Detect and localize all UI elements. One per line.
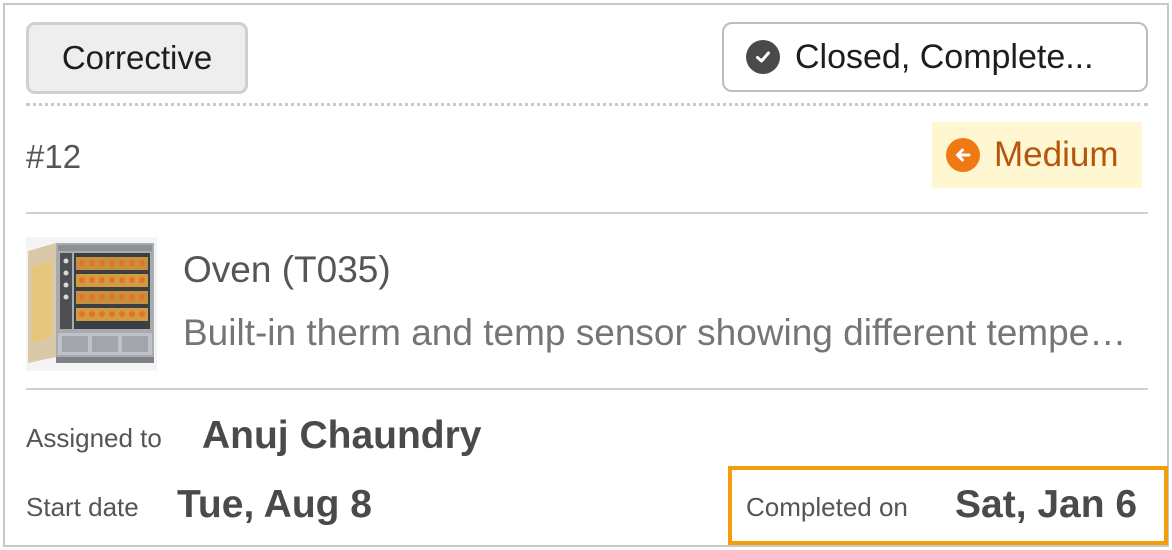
header-divider [26,103,1148,106]
asset-name: Oven (T035) [183,249,391,290]
completed-on-label: Completed on [746,492,908,522]
work-order-description: Built-in therm and temp sensor showing d… [183,312,1138,353]
assigned-to-value: Anuj Chaundry [202,414,482,457]
asset-thumbnail[interactable] [26,237,157,371]
work-type-label: Corrective [61,39,213,76]
work-order-card[interactable]: Corrective Closed, Complete... #12 Mediu… [3,3,1169,547]
divider [26,388,1148,390]
divider [26,212,1148,214]
check-circle-icon [746,40,780,74]
start-date-value: Tue, Aug 8 [177,483,372,526]
start-date-label: Start date [26,492,139,522]
assigned-to-label: Assigned to [26,423,162,453]
status-button[interactable]: Closed, Complete... [722,22,1148,92]
priority-label: Medium [994,135,1119,174]
status-label: Closed, Complete... [795,37,1094,76]
work-type-chip[interactable]: Corrective [26,22,248,94]
arrow-left-circle-icon [946,138,980,172]
priority-badge: Medium [932,122,1142,188]
work-order-id: #12 [26,138,82,175]
oven-image [26,237,157,371]
completed-on-value: Sat, Jan 6 [955,483,1138,526]
